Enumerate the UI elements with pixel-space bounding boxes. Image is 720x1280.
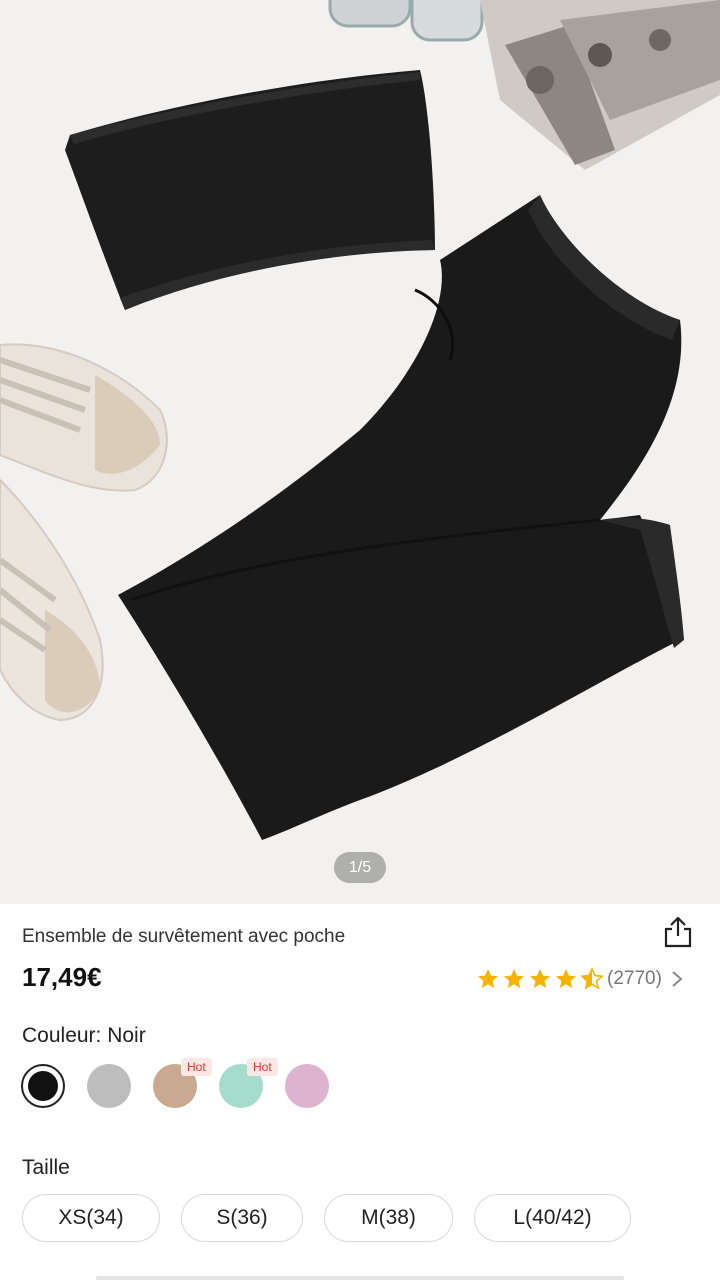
swatch-color	[28, 1071, 58, 1101]
chevron-right-icon	[672, 971, 683, 987]
sneakers-prop	[0, 343, 168, 722]
color-label: Couleur: Noir	[22, 1024, 146, 1047]
star-icon	[556, 969, 576, 988]
product-price: 17,49€	[22, 962, 102, 992]
size-option-s[interactable]: S(36)	[181, 1194, 303, 1242]
size-label: Taille	[22, 1156, 70, 1179]
product-title: Ensemble de survêtement avec poche	[22, 926, 346, 947]
product-image-gallery[interactable]: 1/5	[0, 0, 720, 904]
share-icon[interactable]	[660, 914, 696, 950]
rating-summary[interactable]: (2770)	[476, 964, 684, 994]
sunglasses-prop	[328, 0, 484, 42]
star-icon	[478, 969, 498, 988]
jogger-pants-garment	[118, 195, 684, 840]
product-photo	[0, 0, 720, 840]
bandeau-top-garment	[65, 70, 435, 310]
image-counter: 1/5	[334, 852, 386, 883]
size-option-m[interactable]: M(38)	[324, 1194, 453, 1242]
hot-badge: Hot	[181, 1058, 212, 1076]
hot-badge: Hot	[247, 1058, 278, 1076]
home-indicator	[96, 1276, 624, 1280]
size-option-l[interactable]: L(40/42)	[474, 1194, 631, 1242]
color-swatch-gris[interactable]	[87, 1064, 131, 1108]
rating-count: (2770)	[607, 968, 662, 989]
star-icon	[530, 969, 550, 988]
star-icon	[504, 969, 524, 988]
size-option-xs[interactable]: XS(34)	[22, 1194, 160, 1242]
color-swatch-noir[interactable]	[21, 1064, 65, 1108]
color-swatch-rose[interactable]	[285, 1064, 329, 1108]
half-star-icon	[580, 967, 604, 990]
magazine-prop	[480, 0, 720, 170]
